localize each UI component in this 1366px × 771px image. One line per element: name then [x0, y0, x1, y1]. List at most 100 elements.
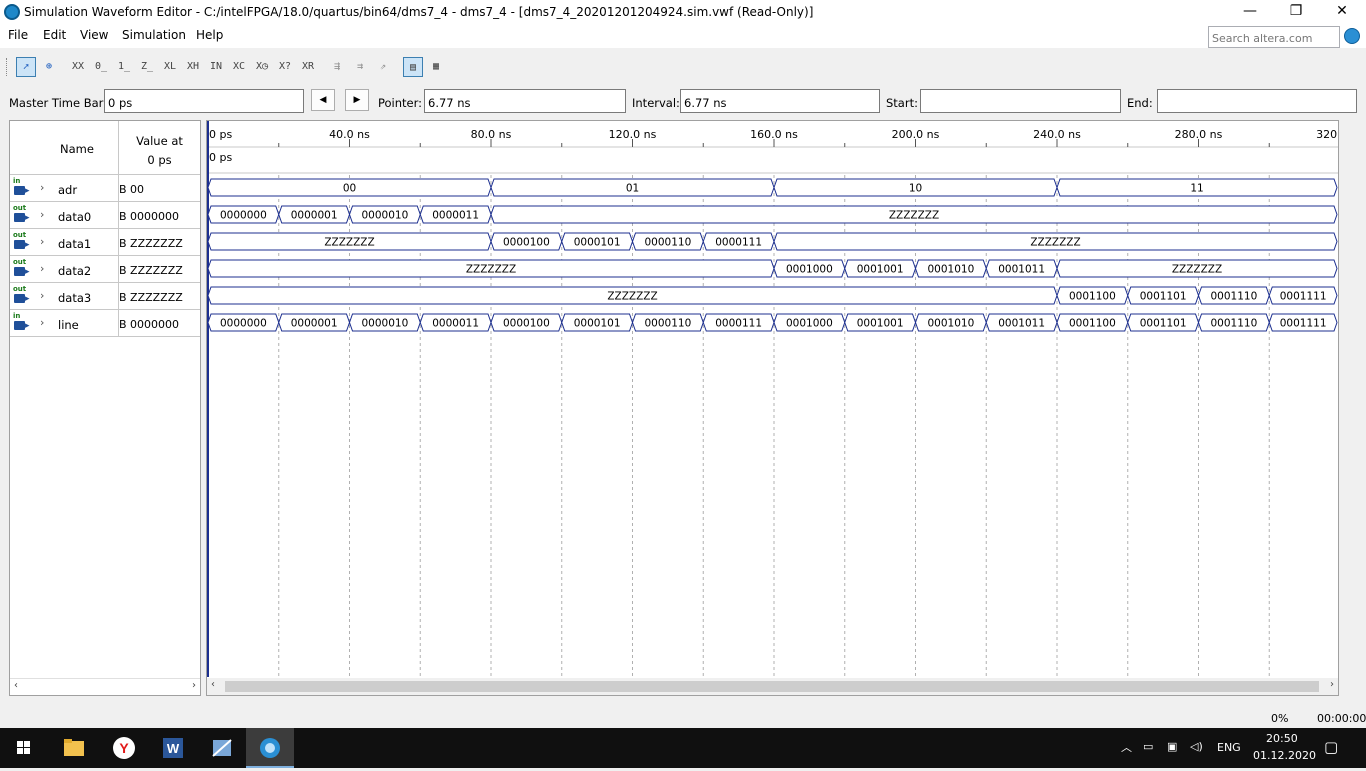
- name-column-header[interactable]: Name: [60, 142, 94, 156]
- restore-button[interactable]: ❐: [1273, 0, 1319, 24]
- signal-row-data0[interactable]: out ▸ › data0 B 0000000: [10, 202, 200, 229]
- battery-icon[interactable]: ▭: [1143, 740, 1153, 753]
- menu-edit[interactable]: Edit: [43, 28, 66, 42]
- snap-icon[interactable]: ⇶: [327, 57, 347, 77]
- signal-value: B ZZZZZZZ: [118, 256, 200, 282]
- toolbar-grip[interactable]: [6, 58, 9, 76]
- pointer-field[interactable]: 6.77 ns: [424, 89, 626, 113]
- grid-icon[interactable]: ⇉: [350, 57, 370, 77]
- end-field[interactable]: [1157, 89, 1357, 113]
- expand-chevron-icon[interactable]: ›: [40, 181, 44, 194]
- menu-view[interactable]: View: [80, 28, 108, 42]
- signal-row-adr[interactable]: in ▸ › adr B 00: [10, 175, 200, 202]
- signal-value: B 0000000: [118, 310, 200, 336]
- waveform-scrollbar[interactable]: ‹ ›: [207, 678, 1338, 695]
- name-panel-scrollbar[interactable]: ‹ ›: [10, 678, 200, 695]
- waveform-panel[interactable]: 0 ps 40.0 ns 80.0 ns 120.0 ns 160.0 ns 200.0 …: [206, 120, 1339, 696]
- expand-chevron-icon[interactable]: ›: [40, 316, 44, 329]
- clock-icon[interactable]: X◷: [252, 57, 272, 77]
- next-transition-button[interactable]: ▶: [345, 89, 369, 111]
- output-pin-icon: out ▸: [13, 231, 30, 250]
- input-pin-icon: in ▸: [13, 177, 30, 196]
- signal-row-data2[interactable]: out ▸ › data2 B ZZZZZZZ: [10, 256, 200, 283]
- expand-chevron-icon[interactable]: ›: [40, 262, 44, 275]
- waveform-view-icon[interactable]: ▦: [426, 57, 446, 77]
- yandex-browser-icon[interactable]: Y: [100, 728, 148, 768]
- count-value-icon[interactable]: XC: [229, 57, 249, 77]
- value-header-line2: 0 ps: [147, 153, 172, 167]
- signal-row-line[interactable]: in ▸ › line B 0000000: [10, 310, 200, 337]
- file-explorer-icon[interactable]: [50, 728, 98, 768]
- arbitrary-value-icon[interactable]: XR: [298, 57, 318, 77]
- grid-settings-icon[interactable]: ⇗: [373, 57, 393, 77]
- waveform-value-label: 0000101: [574, 318, 621, 330]
- scroll-left-icon[interactable]: ‹: [14, 680, 18, 691]
- weak-high-icon[interactable]: XH: [183, 57, 203, 77]
- waveform-value-label: 0001100: [1069, 291, 1116, 303]
- input-language[interactable]: ENG: [1217, 741, 1241, 754]
- scroll-right-icon[interactable]: ›: [192, 680, 196, 691]
- waveform-value-label: 0001000: [786, 318, 833, 330]
- output-pin-icon: out ▸: [13, 285, 30, 304]
- word-icon[interactable]: W: [149, 728, 197, 768]
- scroll-right-icon[interactable]: ›: [1330, 679, 1334, 690]
- notifications-icon[interactable]: ▢: [1324, 738, 1338, 756]
- value-column-header[interactable]: Value at 0 ps: [118, 121, 200, 175]
- minimize-button[interactable]: —: [1227, 0, 1273, 24]
- quartus-icon[interactable]: [246, 728, 294, 768]
- ruler-tick-label: 120.0 ns: [609, 128, 657, 141]
- volume-icon[interactable]: ◁): [1190, 740, 1203, 753]
- search-input[interactable]: Search altera.com: [1208, 26, 1340, 48]
- waveform-settings-icon[interactable]: ▤: [403, 57, 423, 77]
- waveform-value-label: 0001110: [1210, 318, 1257, 330]
- interval-label: Interval:: [632, 96, 680, 110]
- waveform-value-label: 0001001: [857, 264, 904, 276]
- expand-chevron-icon[interactable]: ›: [40, 289, 44, 302]
- clock-time[interactable]: 20:50: [1266, 732, 1298, 745]
- unknown-x-icon[interactable]: XX: [68, 57, 88, 77]
- invert-icon[interactable]: IN: [206, 57, 226, 77]
- waveform-value-label: 0000010: [361, 210, 408, 222]
- globe-icon[interactable]: [1344, 28, 1360, 44]
- interval-field[interactable]: 6.77 ns: [680, 89, 880, 113]
- elapsed-time: 00:00:00: [1317, 712, 1366, 725]
- windows-start-icon[interactable]: [0, 728, 48, 768]
- expand-chevron-icon[interactable]: ›: [40, 208, 44, 221]
- waveform-value-label: ZZZZZZZ: [466, 264, 516, 276]
- tool-icon[interactable]: [198, 728, 246, 768]
- waveform-value-label: 00: [343, 183, 356, 195]
- random-icon[interactable]: X?: [275, 57, 295, 77]
- scroll-thumb[interactable]: [225, 681, 1319, 692]
- waveform-value-label: 0000110: [644, 318, 691, 330]
- waveform-value-label: 0001101: [1140, 291, 1187, 303]
- signal-row-data1[interactable]: out ▸ › data1 B ZZZZZZZ: [10, 229, 200, 256]
- waveform-canvas[interactable]: 0 ps 40.0 ns 80.0 ns 120.0 ns 160.0 ns 200.0 …: [207, 121, 1338, 677]
- menu-file[interactable]: File: [8, 28, 28, 42]
- waveform-value-label: 0001110: [1210, 291, 1257, 303]
- clock-date[interactable]: 01.12.2020: [1253, 749, 1316, 762]
- output-pin-icon: out ▸: [13, 204, 30, 223]
- forcing-low-icon[interactable]: 0̲: [91, 57, 111, 77]
- previous-transition-button[interactable]: ◀: [311, 89, 335, 111]
- menu-help[interactable]: Help: [196, 28, 223, 42]
- chevron-up-icon[interactable]: ︿: [1121, 739, 1132, 755]
- status-bar: 0% 00:00:00: [0, 706, 1366, 728]
- network-icon[interactable]: ▣: [1167, 740, 1177, 753]
- start-field[interactable]: [920, 89, 1121, 113]
- close-button[interactable]: ✕: [1319, 0, 1365, 24]
- pointer-icon[interactable]: ➚: [16, 57, 36, 77]
- svg-text:W: W: [167, 741, 180, 756]
- high-impedance-icon[interactable]: Z̲: [137, 57, 157, 77]
- master-time-bar-field[interactable]: 0 ps: [104, 89, 304, 113]
- scroll-left-icon[interactable]: ‹: [211, 679, 215, 690]
- zoom-icon[interactable]: ⊕: [39, 57, 59, 77]
- expand-chevron-icon[interactable]: ›: [40, 235, 44, 248]
- forcing-high-icon[interactable]: 1̲: [114, 57, 134, 77]
- waveform-toolbar: ➚ ⊕ XX 0̲ 1̲ Z̲ XL XH IN XC X◷ X? XR ⇶ ⇉…: [0, 52, 1366, 80]
- weak-low-icon[interactable]: XL: [160, 57, 180, 77]
- menu-simulation[interactable]: Simulation: [122, 28, 186, 42]
- waveform-value-label: 10: [909, 183, 922, 195]
- signal-value: B 00: [118, 175, 200, 201]
- signal-row-data3[interactable]: out ▸ › data3 B ZZZZZZZ: [10, 283, 200, 310]
- waveform-value-label: 0001001: [857, 318, 904, 330]
